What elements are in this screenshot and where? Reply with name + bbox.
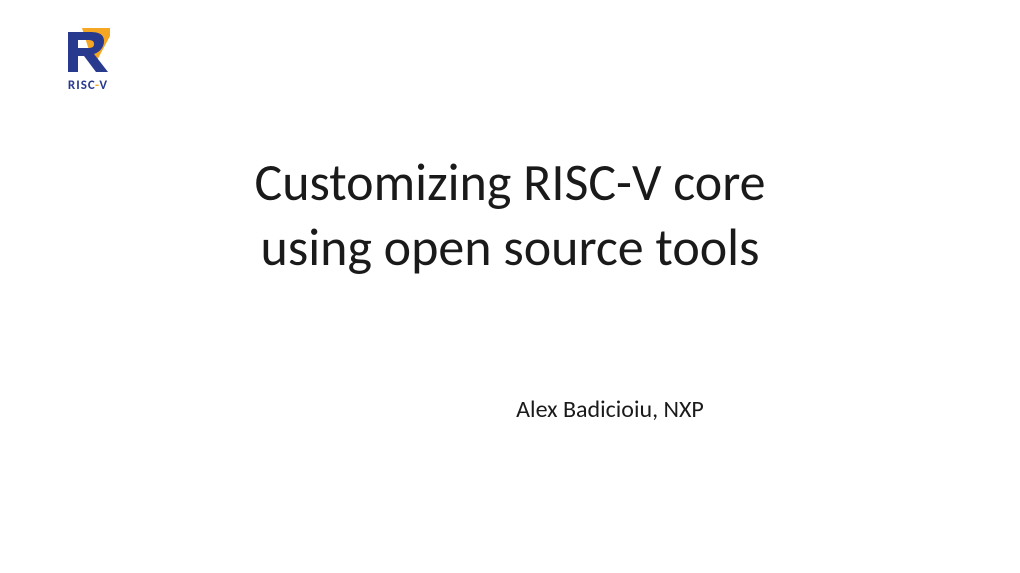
slide-title: Customizing RISC-V core using open sourc… xyxy=(0,150,1020,280)
riscv-logo: RISC-V xyxy=(48,28,128,98)
riscv-logo-text: RISC-V xyxy=(48,78,128,93)
logo-text-risc: RISC xyxy=(68,78,95,93)
riscv-logo-mark xyxy=(60,28,116,76)
title-line-1: Customizing RISC-V core xyxy=(0,150,1020,215)
title-line-2: using open source tools xyxy=(0,215,1020,280)
slide-author: Alex Badicioiu, NXP xyxy=(0,395,1020,424)
logo-text-v: V xyxy=(99,78,108,93)
